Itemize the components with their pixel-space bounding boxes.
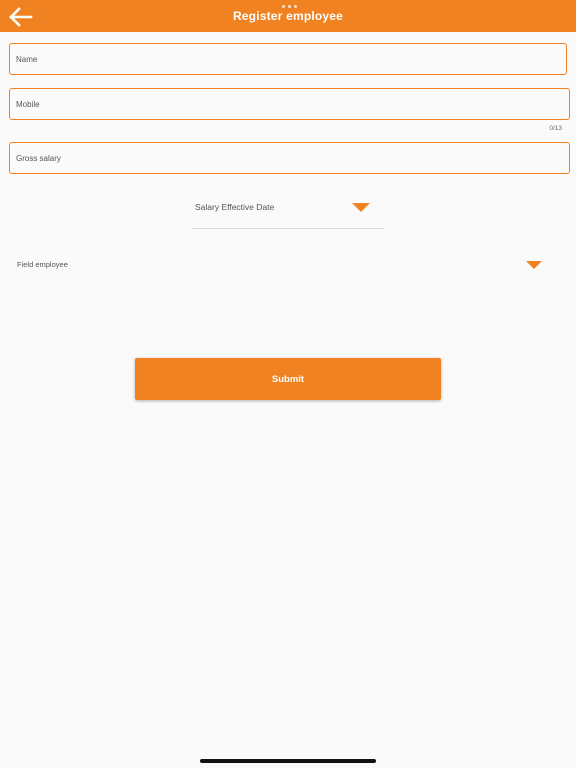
- gross-salary-input[interactable]: [10, 143, 569, 173]
- name-input[interactable]: [10, 44, 566, 74]
- app-header: Register employee: [0, 0, 576, 32]
- field-employee-label: Field employee: [17, 260, 68, 269]
- submit-button[interactable]: Submit: [135, 358, 441, 400]
- dropdown-triangle-icon: [526, 261, 542, 269]
- salary-effective-date-select[interactable]: Salary Effective Date: [192, 195, 384, 229]
- mobile-field-container: [9, 88, 570, 120]
- mobile-char-counter: 0/13: [549, 125, 562, 132]
- multitasking-dots-icon[interactable]: [282, 5, 297, 8]
- gross-salary-field-container: [9, 142, 570, 174]
- home-indicator[interactable]: [200, 759, 376, 763]
- dropdown-triangle-icon: [352, 203, 370, 212]
- mobile-input[interactable]: [10, 89, 569, 119]
- field-employee-select[interactable]: Field employee: [14, 254, 548, 276]
- name-field-container: [9, 43, 567, 75]
- salary-effective-date-label: Salary Effective Date: [195, 202, 275, 212]
- page-title: Register employee: [232, 9, 344, 23]
